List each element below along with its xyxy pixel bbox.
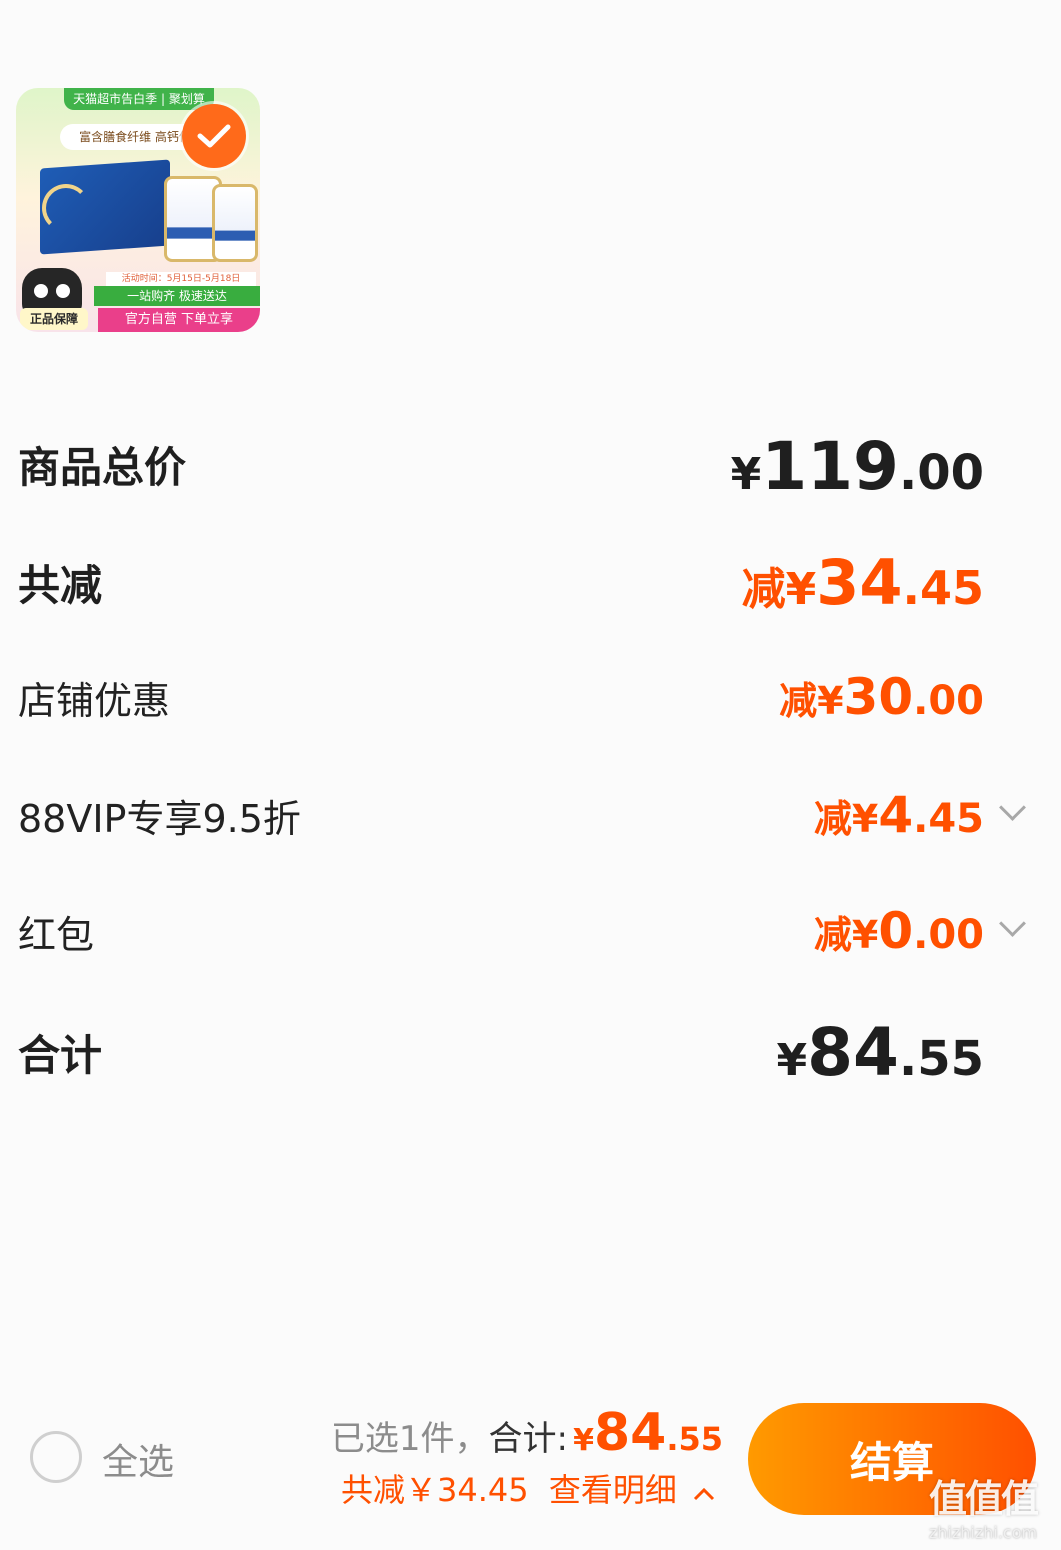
image-bottom-strip: 官方自营 下单立享	[98, 308, 260, 332]
watermark: 值值值 zhizhizhi.com	[908, 1468, 1058, 1548]
total-discount-value: 减¥34.45	[741, 546, 984, 619]
row-grand-total: 合计 ¥84.55	[18, 1014, 1028, 1091]
store-discount-value: 减¥30.00	[779, 668, 984, 726]
image-badge: 正品保障	[20, 308, 88, 330]
watermark-logo: 值值值	[928, 1477, 1039, 1521]
view-details-link[interactable]: 查看明细	[549, 1471, 677, 1509]
total-price-label: 商品总价	[18, 443, 187, 492]
selected-count: 已选1件，	[330, 1419, 489, 1459]
vip-discount-value: 减¥4.45	[813, 786, 984, 844]
row-total-price: 商品总价 ¥119.00	[18, 428, 1028, 505]
grand-total-label: 合计	[18, 1031, 103, 1080]
total-price-value: ¥119.00	[730, 428, 984, 505]
bar-total-label: 合计:	[488, 1419, 568, 1459]
grand-total-value: ¥84.55	[776, 1014, 984, 1091]
row-vip-discount[interactable]: 88VIP专享9.5折 减¥4.45	[18, 786, 1028, 846]
chevron-up-icon[interactable]	[693, 1487, 715, 1501]
image-top-banner: 天猫超市告白季 | 聚划算	[64, 88, 214, 110]
red-packet-label: 红包	[18, 913, 95, 957]
bar-discount-text: 共减￥34.45	[341, 1471, 529, 1509]
watermark-url: zhizhizhi.com	[928, 1523, 1038, 1542]
select-all-label[interactable]: 全选	[102, 1433, 174, 1485]
checkout-bar: 全选 已选1件，合计: ¥84.55 共减￥34.45 查看明细 结算	[0, 1395, 1061, 1535]
discount-summary[interactable]: 共减￥34.45 查看明细	[341, 1465, 715, 1511]
select-all-radio[interactable]	[30, 1431, 82, 1483]
selected-summary: 已选1件，合计: ¥84.55	[331, 1403, 723, 1463]
gift-ribbon-shape	[42, 184, 90, 232]
bar-total-price: ¥84.55	[573, 1403, 723, 1463]
milk-can-shape	[212, 184, 258, 262]
row-store-discount: 店铺优惠 减¥30.00	[18, 668, 1028, 728]
row-red-packet[interactable]: 红包 减¥0.00	[18, 902, 1028, 962]
image-promo-period: 活动时间：5月15日-5月18日	[106, 272, 256, 286]
image-green-strip: 一站购齐 极速送达	[94, 286, 260, 306]
total-discount-label: 共减	[18, 561, 103, 610]
product-select-checkbox[interactable]	[182, 104, 246, 168]
checkmark-icon	[197, 124, 231, 148]
row-total-discount: 共减 减¥34.45	[18, 546, 1028, 619]
red-packet-value: 减¥0.00	[813, 902, 984, 960]
store-discount-label: 店铺优惠	[18, 679, 171, 723]
chevron-down-icon[interactable]	[999, 794, 1026, 821]
vip-discount-label: 88VIP专享9.5折	[18, 797, 301, 841]
chevron-down-icon[interactable]	[999, 910, 1026, 937]
